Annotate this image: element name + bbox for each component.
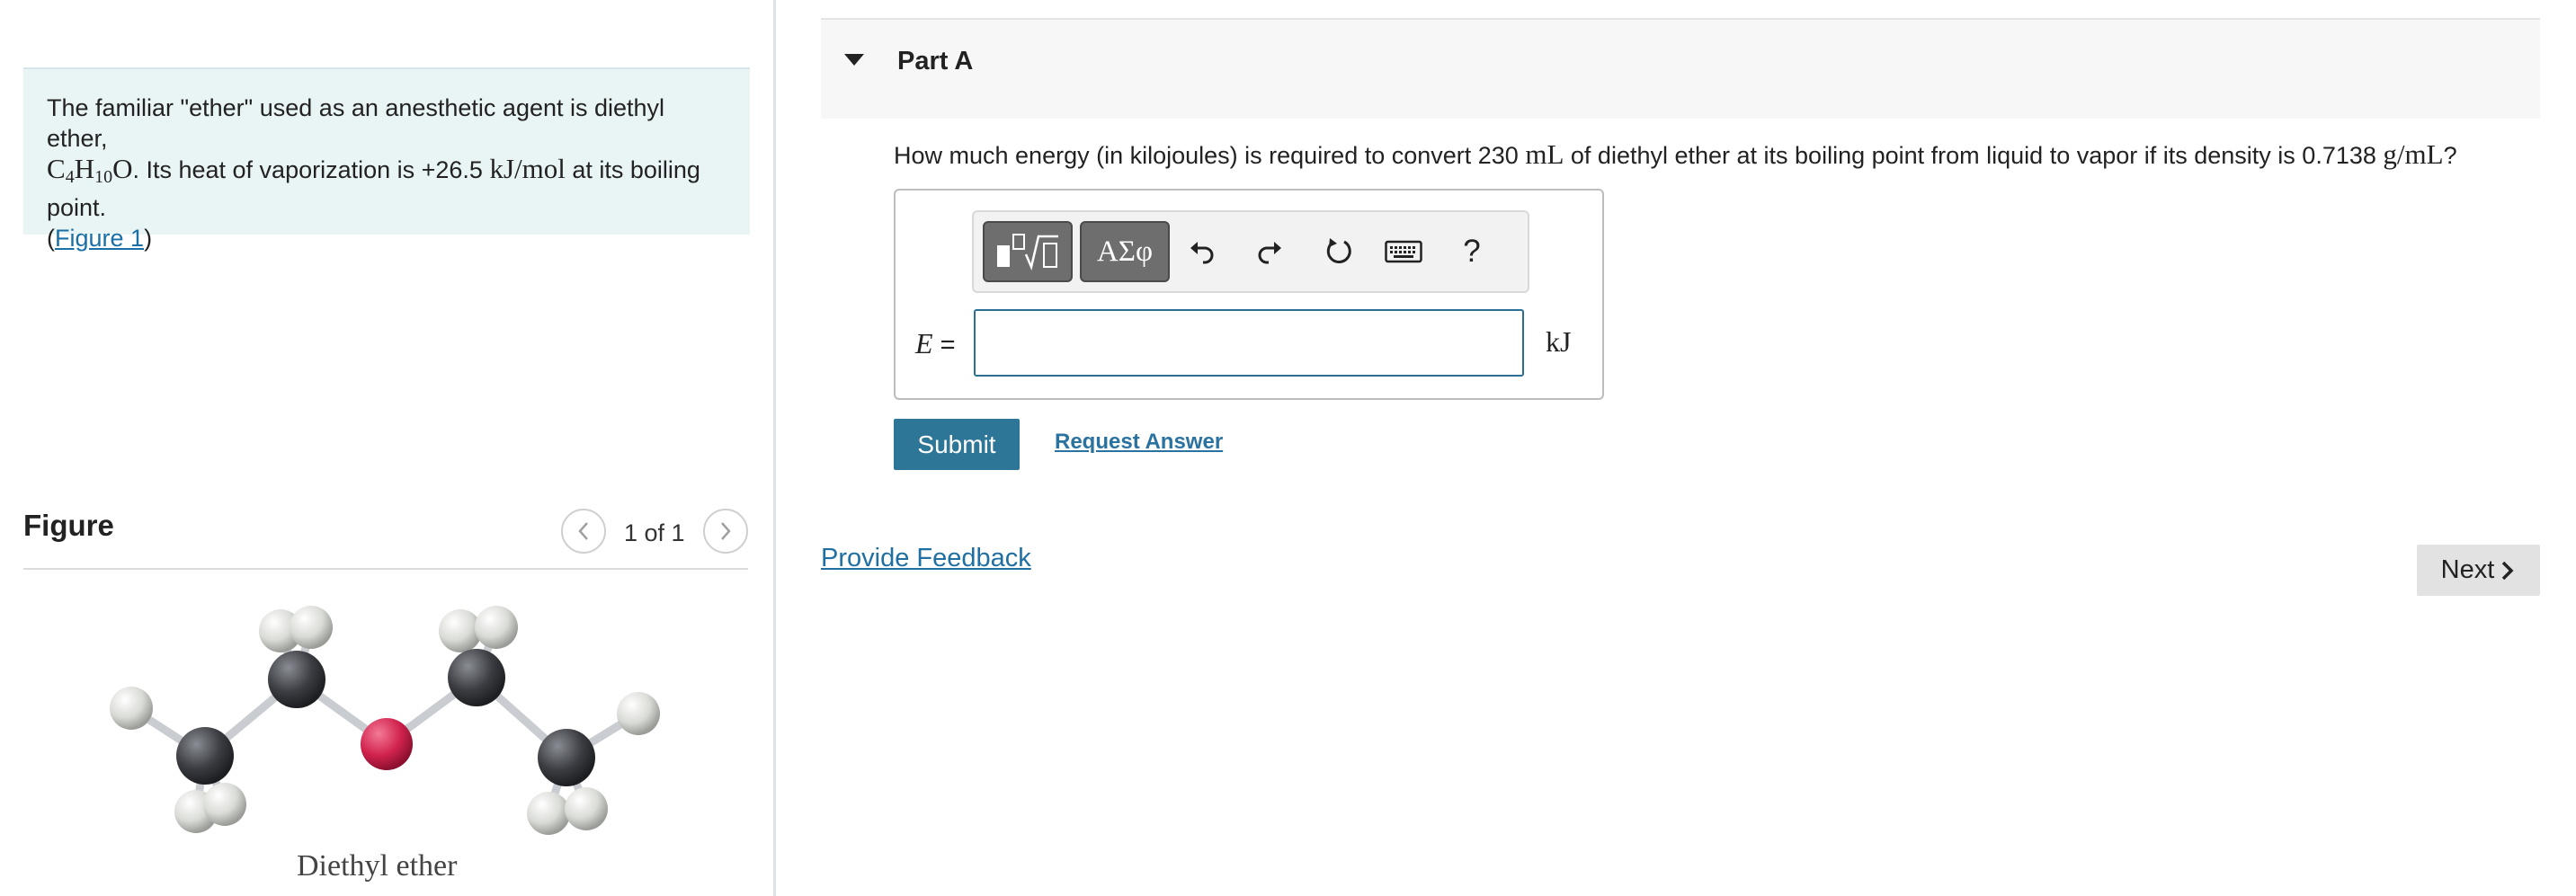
answer-area: ΑΣφ ? E = kJ [894,189,1604,400]
next-label: Next [2440,555,2495,584]
keyboard-icon [1385,240,1422,263]
reset-icon [1326,238,1351,264]
provide-feedback-link[interactable]: Provide Feedback [821,544,1031,573]
hydrogen-atom [203,783,246,826]
keyboard-button[interactable] [1378,225,1429,279]
templates-button[interactable] [983,221,1073,282]
chevron-right-icon [721,522,731,540]
carbon-atom [176,727,234,785]
templates-icon [997,234,1058,271]
figure-count: 1 of 1 [624,519,685,546]
figure-title: Figure [23,509,114,542]
hydrogen-atom [527,792,570,835]
reset-button[interactable] [1314,225,1364,279]
next-figure-button[interactable] [703,509,748,554]
part-a-header[interactable]: Part A [821,18,2540,119]
left-panel: The familiar "ether" used as an anesthet… [0,0,773,896]
chevron-right-icon [2502,561,2514,580]
caret-down-icon[interactable] [844,54,864,66]
hydrogen-atom [475,606,518,649]
carbon-atom [448,649,505,706]
figure-caption: Diethyl ether [297,849,458,883]
hydrogen-atom [617,692,660,735]
variable-label: E = [915,327,956,359]
answer-input[interactable] [974,309,1524,377]
diethyl-ether-molecule-image [110,606,660,835]
redo-button[interactable] [1245,225,1296,279]
problem-statement: The familiar "ether" used as an anesthet… [23,67,750,252]
redo-icon [1258,242,1281,264]
previous-figure-button[interactable] [561,509,606,554]
carbon-atom [538,729,595,786]
oxygen-atom [361,718,413,770]
figure-header: Figure 1 of 1 [23,505,748,570]
chevron-left-icon [578,522,588,540]
question-text: How much energy (in kilojoules) is requi… [894,138,2457,170]
symbols-button[interactable]: ΑΣφ [1080,221,1170,282]
problem-text-2: . Its heat of vaporization is +26.5 [132,156,490,183]
panel-divider [773,0,776,896]
math-toolbar: ΑΣφ ? [972,210,1529,293]
help-button[interactable]: ? [1447,225,1497,279]
unit-kjmol: kJ/mol [489,153,566,184]
figure-link[interactable]: Figure 1 [55,225,144,252]
answer-unit: kJ [1546,325,1572,358]
carbon-atom [268,651,325,708]
chemical-formula: C4H10O [47,153,133,188]
submit-button[interactable]: Submit [894,419,1020,470]
problem-text-1: The familiar "ether" used as an anesthet… [47,94,665,152]
request-answer-link[interactable]: Request Answer [1055,430,1223,455]
hydrogen-atom [565,787,608,830]
undo-icon [1190,242,1214,264]
hydrogen-atom [290,606,333,649]
next-button[interactable]: Next [2417,545,2540,596]
hydrogen-atom [110,687,153,730]
undo-button[interactable] [1176,225,1226,279]
part-title: Part A [897,47,974,75]
